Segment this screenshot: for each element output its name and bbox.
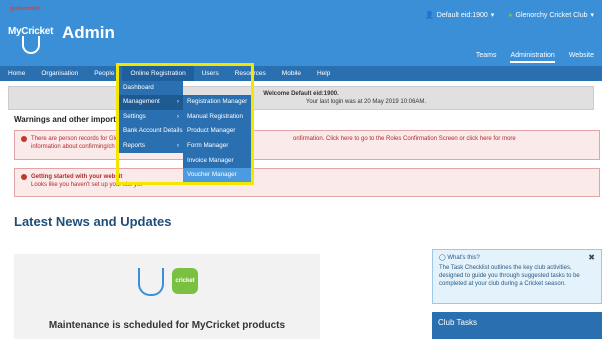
welcome-line2: Your last login was at 20 May 2019 10:06… bbox=[305, 99, 427, 105]
user-icon: 👤 bbox=[425, 12, 434, 19]
warning-icon bbox=[21, 136, 27, 142]
nav-organisation[interactable]: Organisation bbox=[33, 66, 86, 81]
welcome-line1: Welcome Default eid:1900. bbox=[263, 91, 339, 97]
user-area: 👤 Default eid:1900 ▾ ● Glenorchy Cricket… bbox=[425, 11, 594, 20]
club-icon: ● bbox=[508, 11, 513, 19]
cricket-badge-icon: cricket bbox=[172, 268, 198, 294]
club-label: Glenorchy Cricket Club bbox=[515, 11, 588, 19]
user-menu[interactable]: 👤 Default eid:1900 ▾ bbox=[425, 11, 495, 20]
nav-mobile[interactable]: Mobile bbox=[274, 66, 309, 81]
shield-icon bbox=[22, 36, 40, 54]
header: ignitecricket MyCricket Admin 👤 Default … bbox=[0, 0, 602, 66]
brand-top: ignitecricket bbox=[10, 6, 40, 12]
highlight-box bbox=[116, 63, 254, 185]
main-nav: Home Organisation People Online Registra… bbox=[0, 66, 602, 81]
alert1-text-left: There are person records for Glen bbox=[31, 136, 122, 142]
user-label: Default eid:1900 bbox=[436, 11, 488, 19]
page-title: Admin bbox=[62, 23, 115, 42]
whats-this-text: The Task Checklist outlines the key club… bbox=[439, 265, 580, 287]
subnav-teams[interactable]: Teams bbox=[476, 52, 497, 63]
nav-help[interactable]: Help bbox=[309, 66, 338, 81]
club-menu[interactable]: ● Glenorchy Cricket Club ▾ bbox=[508, 11, 594, 20]
news-headline[interactable]: Maintenance is scheduled for MyCricket p… bbox=[14, 320, 320, 331]
alert1-text-right[interactable]: onfirmation. Click here to go to the Rol… bbox=[293, 135, 516, 143]
warning-icon bbox=[21, 174, 27, 180]
alert1-text-line2: information about confirming/ch bbox=[31, 144, 115, 150]
alert2-text: Looks like you haven't set up your site … bbox=[31, 182, 142, 188]
nav-home[interactable]: Home bbox=[0, 66, 33, 81]
news-title: Latest News and Updates bbox=[14, 214, 172, 229]
club-tasks-header[interactable]: Club Tasks bbox=[432, 312, 602, 339]
alert-person-records: There are person records for Glen onfirm… bbox=[14, 130, 600, 160]
close-icon[interactable]: ✖ bbox=[588, 254, 595, 262]
mycricket-logo-icon bbox=[138, 268, 164, 296]
warnings-title: Warnings and other important bbox=[14, 115, 128, 124]
subnav: Teams Administration Website bbox=[476, 52, 594, 63]
mycricket-logo[interactable]: ignitecricket MyCricket bbox=[8, 6, 54, 56]
news-card: cricket Maintenance is scheduled for MyC… bbox=[14, 254, 320, 339]
subnav-website[interactable]: Website bbox=[569, 52, 594, 63]
whats-this-label: ◯ What's this? bbox=[439, 255, 480, 261]
welcome-banner: Welcome Default eid:1900. Your last logi… bbox=[8, 86, 594, 110]
whats-this-box: ✖ ◯ What's this? The Task Checklist outl… bbox=[432, 249, 602, 304]
chevron-down-icon: ▾ bbox=[490, 12, 495, 19]
alert2-title: Getting started with your websit bbox=[31, 174, 123, 180]
subnav-administration[interactable]: Administration bbox=[510, 52, 555, 63]
chevron-down-icon: ▾ bbox=[590, 12, 594, 19]
alert-getting-started: Getting started with your websit Looks l… bbox=[14, 168, 600, 197]
